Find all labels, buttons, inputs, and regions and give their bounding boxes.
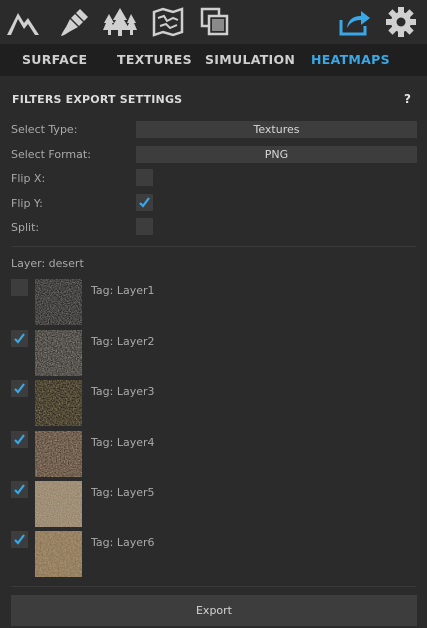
layers-icon[interactable] [196,3,234,41]
layer-row: Tag: Layer2 [0,330,427,378]
select-format-dropdown[interactable]: PNG [136,146,417,163]
layer-row: Tag: Layer5 [0,481,427,529]
divider [11,246,416,247]
gear-icon[interactable] [382,3,420,41]
flip-x-checkbox[interactable] [136,169,153,186]
texture-thumbnail [35,330,82,376]
layer-tag: Tag: Layer6 [91,536,155,549]
export-settings-panel: FILTERS EXPORT SETTINGS ? Select Type: T… [0,76,427,628]
layer1-checkbox[interactable] [11,279,28,296]
layer-tag: Tag: Layer3 [91,385,155,398]
brush-icon[interactable] [56,3,94,41]
tab-textures[interactable]: TEXTURES [117,44,192,76]
divider [11,586,416,587]
map-icon[interactable] [149,3,187,41]
export-icon[interactable] [335,3,373,41]
export-button[interactable]: Export [11,595,417,626]
tab-heatmaps[interactable]: HEATMAPS [311,44,390,76]
flip-y-checkbox[interactable] [136,194,153,211]
layer4-checkbox[interactable] [11,431,28,448]
layer-row: Tag: Layer4 [0,431,427,479]
layer6-checkbox[interactable] [11,531,28,548]
layer-tag: Tag: Layer1 [91,284,155,297]
top-toolbar [0,0,427,44]
trees-icon[interactable] [101,3,139,41]
layer-title: Layer: desert [11,257,84,270]
texture-thumbnail [35,531,82,577]
help-button[interactable]: ? [404,92,411,106]
checkmark-icon [139,197,150,208]
split-checkbox[interactable] [136,218,153,235]
tab-surface[interactable]: SURFACE [22,44,87,76]
checkmark-icon [14,434,25,445]
layer5-checkbox[interactable] [11,481,28,498]
split-label: Split: [11,221,40,234]
layer-row: Tag: Layer1 [0,279,427,327]
tab-bar: SURFACE TEXTURES SIMULATION HEATMAPS [0,44,427,76]
layer-row: Tag: Layer6 [0,531,427,579]
layer-tag: Tag: Layer4 [91,436,155,449]
layer-tag: Tag: Layer2 [91,335,155,348]
layer3-checkbox[interactable] [11,380,28,397]
tab-simulation[interactable]: SIMULATION [205,44,295,76]
flip-y-label: Flip Y: [11,197,43,210]
checkmark-icon [14,484,25,495]
select-format-label: Select Format: [11,148,91,161]
checkmark-icon [14,534,25,545]
texture-thumbnail [35,279,82,325]
layer-tag: Tag: Layer5 [91,486,155,499]
texture-thumbnail [35,431,82,477]
mountain-icon[interactable] [4,3,42,41]
texture-thumbnail [35,380,82,426]
checkmark-icon [14,333,25,344]
section-title: FILTERS EXPORT SETTINGS [12,93,183,106]
select-type-dropdown[interactable]: Textures [136,121,417,138]
flip-x-label: Flip X: [11,172,46,185]
layer-row: Tag: Layer3 [0,380,427,428]
select-type-label: Select Type: [11,123,78,136]
texture-thumbnail [35,481,82,527]
layer2-checkbox[interactable] [11,330,28,347]
checkmark-icon [14,383,25,394]
